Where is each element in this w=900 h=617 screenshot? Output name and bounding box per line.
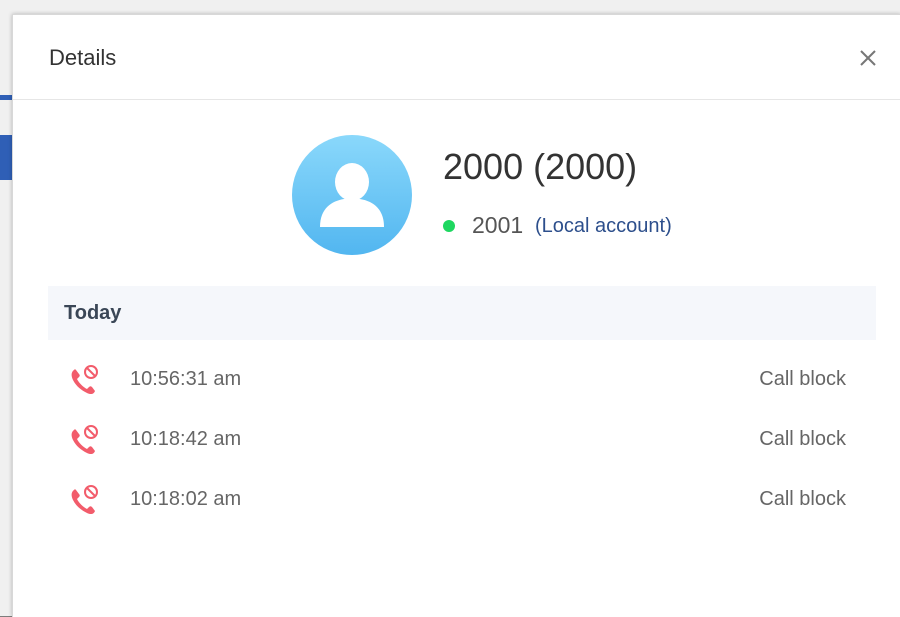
dialog-header: Details — [13, 15, 900, 100]
call-blocked-icon — [71, 485, 98, 515]
contact-extension: 2001 — [472, 212, 524, 238]
call-time: 10:18:42 am — [130, 428, 242, 450]
call-blocked-icon — [71, 425, 98, 455]
call-record-row[interactable]: 10:18:42 am Call block — [48, 412, 876, 468]
call-status: Call block — [759, 368, 846, 390]
call-record-row[interactable]: 10:18:02 am Call block — [48, 472, 876, 528]
call-status: Call block — [759, 488, 846, 510]
user-icon — [320, 163, 384, 227]
background-page-element — [0, 95, 12, 100]
online-status-indicator — [443, 220, 455, 232]
close-button[interactable] — [855, 45, 881, 71]
call-status: Call block — [759, 428, 846, 450]
call-blocked-icon — [71, 365, 98, 395]
contact-name: 2000 (2000) — [443, 146, 638, 187]
call-record-row[interactable]: 10:56:31 am Call block — [48, 352, 876, 408]
date-group-label: Today — [64, 302, 122, 324]
call-time: 10:56:31 am — [130, 368, 242, 390]
dialog-title: Details — [49, 45, 117, 70]
avatar — [292, 135, 412, 255]
call-time: 10:18:02 am — [130, 488, 242, 510]
close-icon — [860, 50, 876, 66]
background-page-element — [0, 135, 12, 180]
account-type-label: (Local account) — [535, 215, 672, 237]
date-group-header: Today — [48, 286, 876, 340]
details-dialog: Details 2000 (2000) 2001 (Local account)… — [12, 14, 900, 617]
